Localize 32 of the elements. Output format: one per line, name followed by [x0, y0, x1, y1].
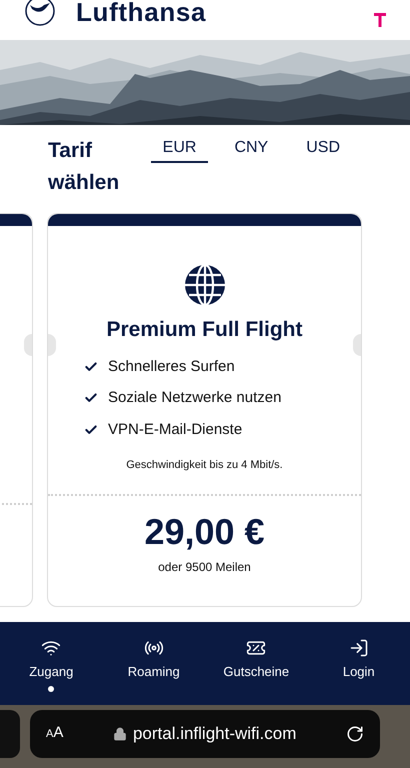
- section-title: Tarif wählen: [48, 138, 120, 196]
- reload-icon[interactable]: [346, 724, 364, 742]
- nav-item[interactable]: Login: [342, 638, 375, 682]
- miles-note: oder 9500 Meilen: [157, 558, 252, 576]
- tariff-title: Premium Full Flight: [105, 317, 304, 343]
- tariff-card[interactable]: Premium Full Flight Schnelleres Surfen Soziale Netzwerke nutzen VPN-E-Mail-Dienste Geschwindigkeit bis zu 4 Mbit/s. 29,00 € oder 9500 Meilen: [47, 213, 362, 607]
- currency-tab[interactable]: CNY: [222, 135, 280, 163]
- feature-text: Schnelleres Surfen: [108, 356, 235, 376]
- card-notch: [353, 334, 361, 356]
- nav-item[interactable]: Zugang: [29, 638, 74, 682]
- feature-text: Soziale Netzwerke nutzen: [108, 388, 282, 408]
- currency-tab[interactable]: EUR: [150, 135, 208, 163]
- nav-item[interactable]: Roaming: [128, 638, 180, 682]
- address-bar[interactable]: AA portal.inflight-wifi.com: [30, 710, 380, 758]
- brand-name: Lufthansa: [76, 0, 206, 25]
- check-icon: [84, 422, 98, 437]
- browser-tab-pill[interactable]: [0, 710, 20, 758]
- check-icon: [84, 360, 98, 374]
- login-icon: [348, 638, 369, 658]
- globe-icon: [184, 264, 226, 306]
- url-text: portal.inflight-wifi.com: [132, 722, 296, 745]
- card-notch: [48, 334, 56, 356]
- speed-note: Geschwindigkeit bis zu 4 Mbit/s.: [125, 458, 284, 473]
- crane-logo-icon: [24, 0, 56, 27]
- card-header-band: [0, 214, 32, 226]
- nav-item[interactable]: Gutscheine: [223, 638, 290, 682]
- text-size-button[interactable]: AA: [46, 722, 64, 745]
- currency-tab[interactable]: USD: [294, 135, 352, 163]
- lock-icon: [112, 726, 127, 740]
- price: 29,00 €: [143, 514, 266, 550]
- telekom-logo-icon: [374, 13, 386, 27]
- feature-text: VPN-E-Mail-Dienste: [108, 420, 242, 440]
